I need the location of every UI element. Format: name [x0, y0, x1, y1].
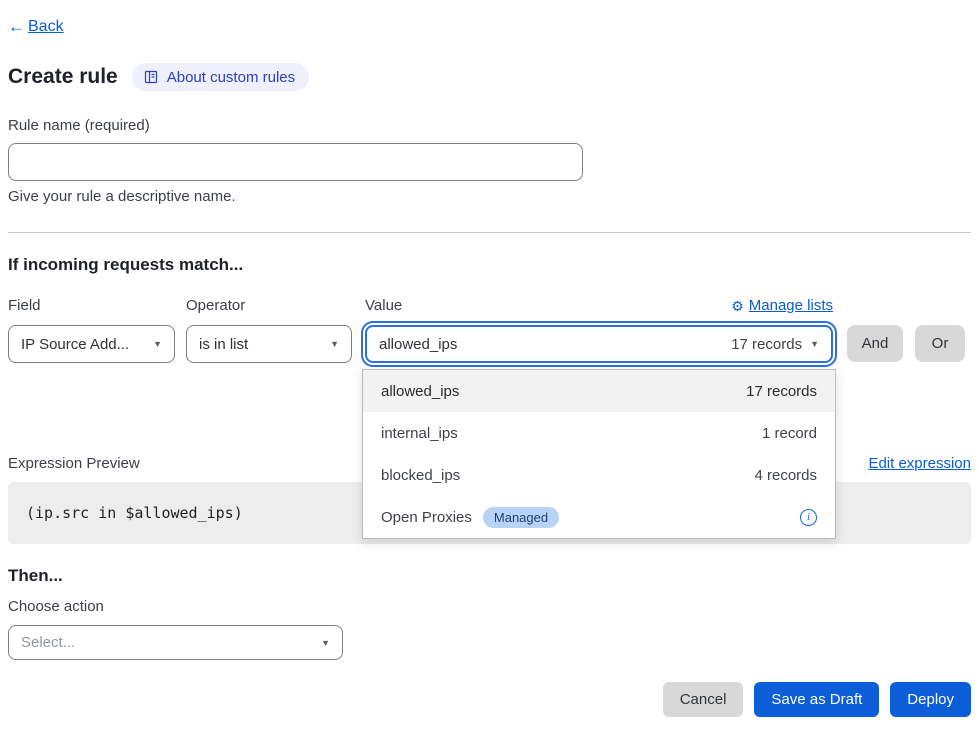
managed-badge: Managed: [483, 507, 559, 528]
list-item-name: blocked_ips: [381, 467, 460, 484]
condition-row: Field IP Source Add... ▼ Operator is in …: [8, 297, 971, 363]
info-icon-glyph: i: [807, 511, 810, 523]
field-select-value: IP Source Add...: [21, 336, 129, 353]
about-custom-rules-badge[interactable]: About custom rules: [132, 63, 309, 91]
value-records-count: 17 records: [731, 336, 802, 353]
value-dropdown-panel: allowed_ips 17 records internal_ips 1 re…: [362, 369, 836, 539]
manage-lists-link[interactable]: ⚙ Manage lists: [731, 297, 833, 315]
rule-name-label: Rule name (required): [8, 117, 971, 135]
list-item-name: internal_ips: [381, 425, 458, 442]
list-item-records: 17 records: [746, 383, 817, 400]
back-link[interactable]: ← Back: [8, 16, 64, 37]
choose-action-label: Choose action: [8, 598, 971, 616]
list-item-allowed-ips[interactable]: allowed_ips 17 records: [363, 370, 835, 412]
value-label: Value: [365, 297, 402, 315]
list-item-open-proxies[interactable]: Open Proxies Managed i: [363, 496, 835, 538]
chevron-down-icon: ▼: [810, 339, 819, 349]
rule-name-input[interactable]: [8, 143, 583, 181]
cancel-button[interactable]: Cancel: [663, 682, 744, 717]
manage-lists-label: Manage lists: [749, 297, 833, 315]
list-item-records: 4 records: [754, 467, 817, 484]
value-combobox[interactable]: allowed_ips 17 records ▼: [365, 325, 833, 363]
action-select[interactable]: Select... ▼: [8, 625, 343, 660]
list-item-internal-ips[interactable]: internal_ips 1 record: [363, 412, 835, 454]
create-rule-page: ← Back Create rule About custom rules Ru…: [0, 0, 979, 739]
footer-actions: Cancel Save as Draft Deploy: [8, 682, 971, 717]
field-column: Field IP Source Add... ▼: [8, 297, 175, 363]
operator-label: Operator: [186, 297, 245, 315]
or-button[interactable]: Or: [915, 325, 965, 362]
gear-icon: ⚙: [731, 297, 744, 315]
about-custom-rules-label: About custom rules: [167, 69, 295, 86]
chevron-down-icon: ▼: [330, 339, 339, 349]
chevron-down-icon: ▼: [153, 339, 162, 349]
save-as-draft-button[interactable]: Save as Draft: [754, 682, 879, 717]
expression-code: (ip.src in $allowed_ips): [26, 504, 243, 522]
value-combobox-wrap: allowed_ips 17 records ▼ allowed_ips 17 …: [365, 325, 833, 363]
action-select-placeholder: Select...: [21, 634, 75, 651]
list-item-blocked-ips[interactable]: blocked_ips 4 records: [363, 454, 835, 496]
value-column: Value ⚙ Manage lists allowed_ips 17 reco…: [365, 297, 833, 363]
back-arrow-icon: ←: [8, 16, 25, 37]
book-icon: [143, 69, 159, 85]
list-item-name: Open Proxies: [381, 509, 472, 526]
page-title: Create rule: [8, 64, 118, 90]
and-button[interactable]: And: [847, 325, 903, 362]
operator-select[interactable]: is in list ▼: [186, 325, 352, 363]
edit-expression-link[interactable]: Edit expression: [868, 455, 971, 472]
rule-name-helper: Give your rule a descriptive name.: [8, 188, 971, 206]
deploy-button[interactable]: Deploy: [890, 682, 971, 717]
list-item-records: 1 record: [762, 425, 817, 442]
field-label: Field: [8, 297, 41, 315]
operator-column: Operator is in list ▼: [186, 297, 352, 363]
section-divider: [8, 232, 971, 233]
chevron-down-icon: ▼: [321, 638, 330, 648]
field-select[interactable]: IP Source Add... ▼: [8, 325, 175, 363]
back-label: Back: [28, 16, 64, 37]
info-icon[interactable]: i: [800, 509, 817, 526]
operator-select-value: is in list: [199, 336, 248, 353]
expression-preview-label: Expression Preview: [8, 455, 140, 472]
match-section-heading: If incoming requests match...: [8, 255, 971, 275]
value-selected: allowed_ips: [379, 336, 457, 353]
then-section-heading: Then...: [8, 566, 971, 586]
title-row: Create rule About custom rules: [8, 63, 971, 91]
list-item-name: allowed_ips: [381, 383, 459, 400]
